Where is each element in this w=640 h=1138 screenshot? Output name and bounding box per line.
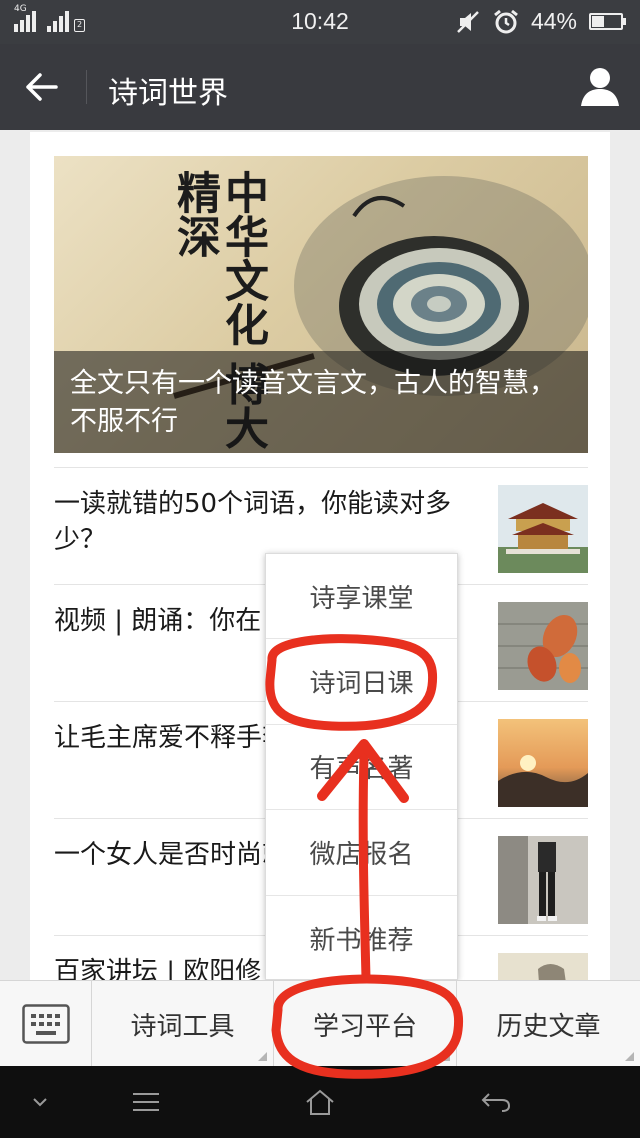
back-button[interactable] bbox=[18, 65, 66, 109]
profile-button[interactable] bbox=[578, 64, 622, 108]
menu-tab-label: 诗词工具 bbox=[130, 1011, 235, 1042]
popup-menu: 诗享课堂 诗词日课 有声名著 微店报名 新书推荐 bbox=[265, 553, 458, 980]
popup-item-daily-lesson[interactable]: 诗词日课 bbox=[266, 639, 457, 725]
nav-home-button[interactable] bbox=[298, 1080, 342, 1124]
battery-percent: 44% bbox=[530, 8, 577, 34]
back-icon bbox=[481, 1093, 511, 1112]
hero-article[interactable]: 中华文化 博大精深 全文只有一个读音文言文，古人的智慧，不服不行 bbox=[54, 156, 588, 453]
page-title: 诗词世界 bbox=[108, 76, 228, 111]
menu-icon bbox=[133, 1093, 159, 1111]
popup-item-poetry-class[interactable]: 诗享课堂 bbox=[266, 554, 457, 640]
system-nav-bar bbox=[0, 1066, 640, 1138]
menu-tab-label: 历史文章 bbox=[496, 1011, 601, 1042]
bottom-menu-bar: 诗词工具 学习平台 历史文章 bbox=[0, 980, 640, 1067]
pavilion-thumb bbox=[498, 485, 588, 573]
popup-item-new-books[interactable]: 新书推荐 bbox=[266, 896, 457, 981]
popup-item-audio-classics[interactable]: 有声名著 bbox=[266, 725, 457, 811]
nav-menu-button[interactable] bbox=[124, 1080, 168, 1124]
keyboard-icon bbox=[21, 1004, 70, 1044]
fashion-thumb bbox=[498, 836, 588, 924]
sunset-thumb bbox=[498, 719, 588, 807]
home-icon bbox=[306, 1089, 334, 1115]
status-right: 44% bbox=[455, 8, 626, 35]
person-icon bbox=[581, 68, 619, 106]
nav-collapse-button[interactable] bbox=[18, 1080, 62, 1124]
menu-tab-poetry-tools[interactable]: 诗词工具 bbox=[92, 981, 274, 1067]
menu-tab-label: 学习平台 bbox=[312, 1011, 417, 1042]
alarm-icon bbox=[494, 9, 518, 33]
chevron-down-icon bbox=[33, 1098, 47, 1107]
article-title: 一读就错的50个词语，你能读对多少？ bbox=[54, 489, 452, 555]
app-bar: 诗词世界 bbox=[0, 44, 640, 130]
keyboard-toggle-button[interactable] bbox=[0, 981, 92, 1067]
mute-icon bbox=[457, 10, 479, 33]
bar-divider bbox=[86, 70, 87, 104]
menu-tab-history-articles[interactable]: 历史文章 bbox=[457, 981, 640, 1067]
battery-icon bbox=[589, 13, 626, 30]
hero-caption: 全文只有一个读音文言文，古人的智慧，不服不行 bbox=[54, 351, 588, 453]
arrow-left-icon bbox=[26, 73, 58, 101]
popup-item-shop-signup[interactable]: 微店报名 bbox=[266, 810, 457, 896]
leaf-thumb bbox=[498, 602, 588, 690]
statue-thumb bbox=[498, 953, 588, 980]
nav-back-button[interactable] bbox=[474, 1080, 518, 1124]
menu-tab-learning-platform[interactable]: 学习平台 bbox=[274, 981, 457, 1067]
status-bar: 4G 2 10:42 44% bbox=[0, 0, 640, 44]
